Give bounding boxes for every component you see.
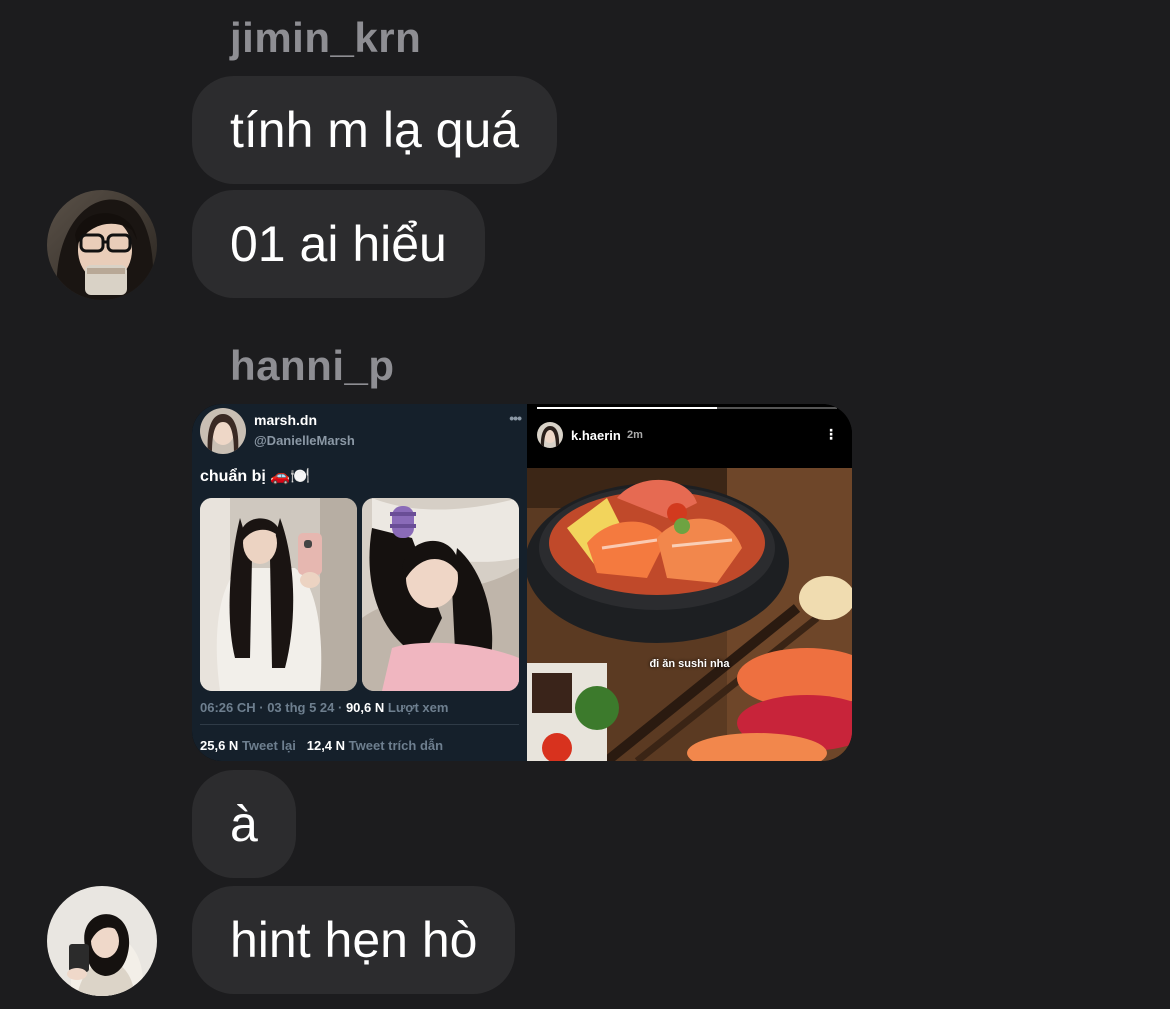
message-bubble[interactable]: à bbox=[192, 770, 296, 878]
divider bbox=[200, 724, 519, 725]
story-photo bbox=[527, 468, 852, 761]
message-bubble[interactable]: tính m lạ quá bbox=[192, 76, 558, 184]
tweet-handle: @DanielleMarsh bbox=[254, 433, 355, 448]
tweet-time: 06:26 CH · 03 thg 5 24 · bbox=[200, 700, 343, 715]
tweet-name: marsh.dn bbox=[254, 412, 318, 428]
avatar[interactable] bbox=[47, 886, 157, 996]
avatar[interactable] bbox=[47, 190, 157, 300]
tweet-photo bbox=[200, 498, 357, 691]
story-username: k.haerin bbox=[571, 428, 621, 443]
message-bubble[interactable]: 01 ai hiểu bbox=[192, 190, 485, 298]
tweet-views-label: Lượt xem bbox=[387, 700, 449, 715]
tweet-stats: 25,6 N Tweet lại 12,4 N Tweet trích dẫn bbox=[200, 738, 443, 753]
story-screenshot: k.haerin 2m ⋮ đi ăn sushi nha bbox=[527, 404, 852, 761]
message-bubble[interactable]: hint hẹn hò bbox=[192, 886, 516, 994]
tweet-screenshot: marsh.dn @DanielleMarsh ••• chuẩn bị 🚗🍽️ bbox=[192, 404, 527, 761]
tweet-avatar bbox=[200, 408, 246, 454]
sender-name: jimin_krn bbox=[230, 14, 422, 61]
quote-label: Tweet trích dẫn bbox=[348, 738, 444, 753]
tweet-views-count: 90,6 N bbox=[345, 700, 385, 715]
tweet-meta: 06:26 CH · 03 thg 5 24 · 90,6 N Lượt xem bbox=[200, 700, 448, 715]
image-message[interactable]: marsh.dn @DanielleMarsh ••• chuẩn bị 🚗🍽️ bbox=[192, 404, 852, 761]
story-caption: đi ăn sushi nha bbox=[649, 658, 730, 670]
tweet-text: chuẩn bị 🚗🍽️ bbox=[200, 468, 311, 485]
story-progress-bar bbox=[537, 407, 837, 409]
tweet-photo bbox=[362, 498, 519, 691]
retweet-label: Tweet lại bbox=[241, 738, 296, 753]
story-time: 2m bbox=[627, 429, 643, 441]
retweet-count: 25,6 N bbox=[200, 738, 239, 753]
quote-count: 12,4 N bbox=[306, 738, 346, 753]
chat-thread: jimin_krn tính m lạ quá 01 ai hiểu hanni… bbox=[0, 0, 1170, 1009]
sender-name: hanni_p bbox=[230, 342, 395, 389]
more-icon: ••• bbox=[509, 410, 522, 426]
more-vertical-icon: ⋮ bbox=[824, 426, 838, 442]
story-avatar bbox=[537, 422, 563, 448]
